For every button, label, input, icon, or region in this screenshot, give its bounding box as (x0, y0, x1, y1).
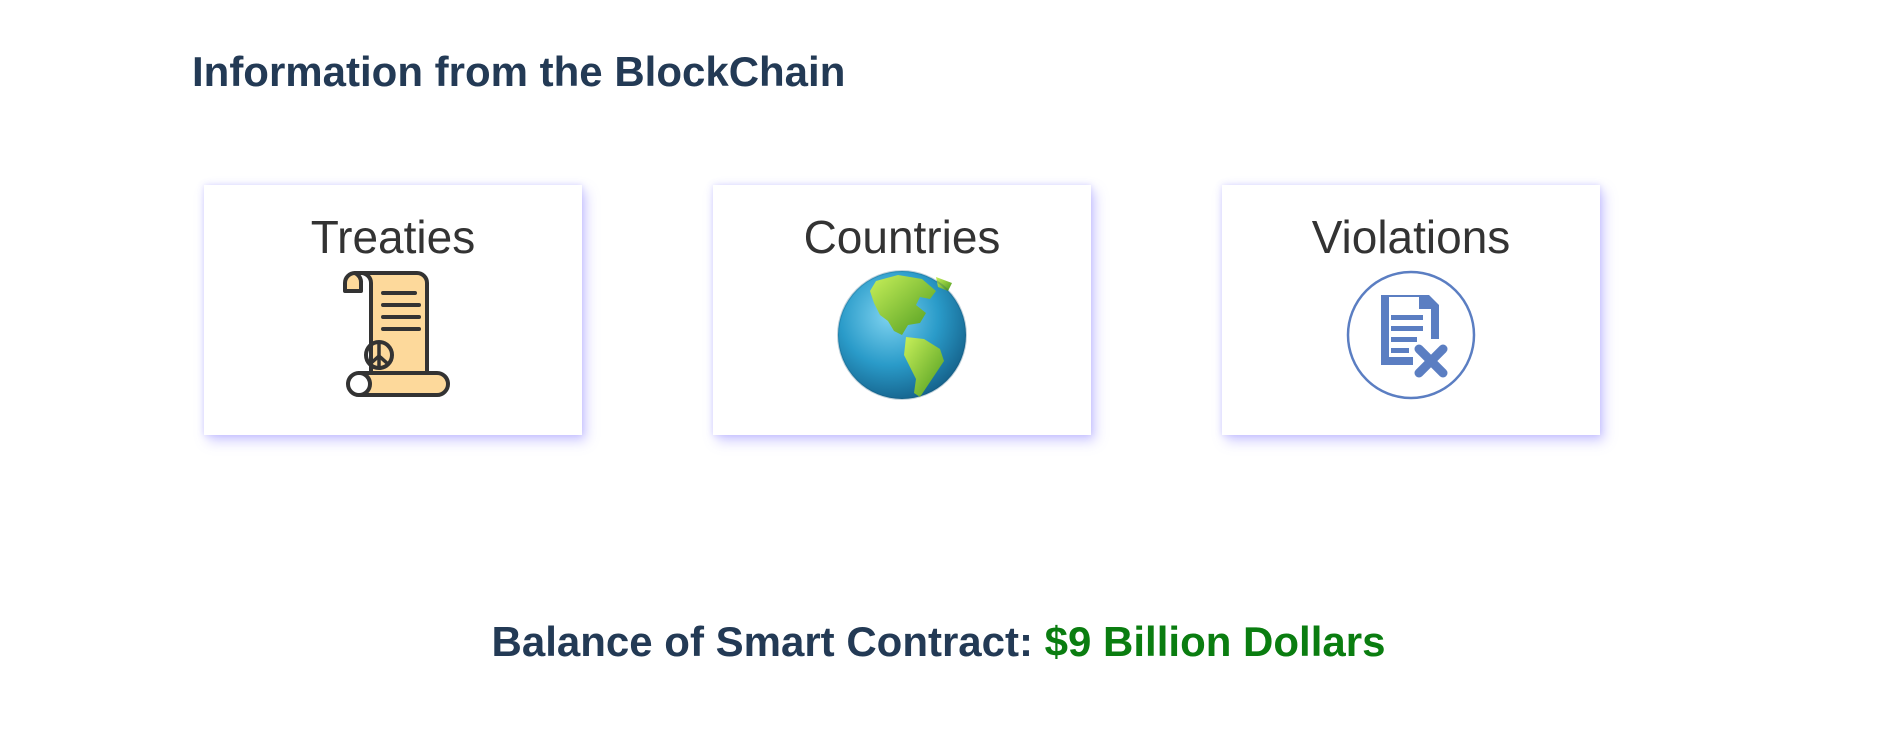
contract-balance: Balance of Smart Contract: $9 Billion Do… (0, 618, 1877, 666)
document-violation-icon (1345, 269, 1477, 401)
balance-value: $9 Billion Dollars (1044, 618, 1386, 665)
violations-label: Violations (1311, 211, 1511, 263)
violations-card[interactable]: Violations (1222, 185, 1600, 435)
globe-icon (836, 269, 968, 401)
balance-label: Balance of Smart Contract: (491, 618, 1033, 665)
treaty-scroll-icon (327, 269, 459, 401)
countries-card[interactable]: Countries (713, 185, 1091, 435)
page-title: Information from the BlockChain (192, 48, 846, 95)
treaties-label: Treaties (310, 211, 476, 263)
countries-label: Countries (803, 211, 1001, 263)
treaties-card[interactable]: Treaties (204, 185, 582, 435)
